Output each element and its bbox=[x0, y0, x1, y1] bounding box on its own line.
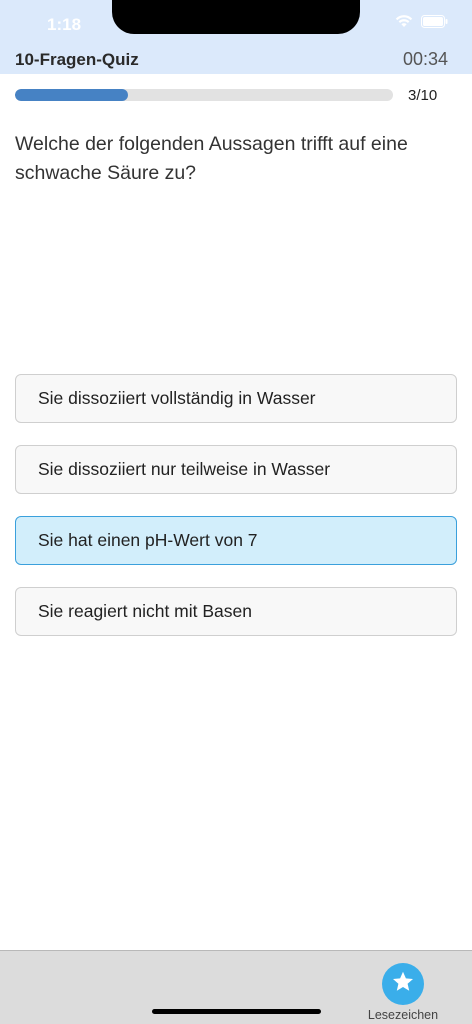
home-indicator bbox=[152, 1009, 321, 1014]
answer-label: Sie reagiert nicht mit Basen bbox=[38, 601, 252, 621]
status-time: 1:18 bbox=[47, 15, 82, 34]
bookmark-button[interactable]: Lesezeichen bbox=[362, 961, 444, 1023]
quiz-title: 10-Fragen-Quiz bbox=[15, 50, 139, 69]
answer-option-4[interactable]: Sie reagiert nicht mit Basen bbox=[15, 587, 457, 636]
status-bar: 1:18 bbox=[0, 0, 472, 46]
answer-label: Sie dissoziiert vollständig in Wasser bbox=[38, 388, 316, 408]
answer-option-1[interactable]: Sie dissoziiert vollständig in Wasser bbox=[15, 374, 457, 423]
question-text: Welche der folgenden Aussagen trifft auf… bbox=[15, 133, 408, 184]
device-notch bbox=[112, 0, 360, 34]
battery-icon bbox=[421, 14, 448, 33]
progress-fill bbox=[15, 89, 129, 101]
answer-label: Sie dissoziiert nur teilweise in Wasser bbox=[38, 459, 331, 479]
quiz-header: 10-Fragen-Quiz 00:34 bbox=[0, 46, 472, 74]
answer-list: Sie dissoziiert vollständig in Wasser Si… bbox=[15, 374, 457, 658]
quiz-timer: 00:34 bbox=[402, 49, 448, 69]
answer-label: Sie hat einen pH-Wert von 7 bbox=[38, 530, 258, 550]
star-icon bbox=[391, 970, 415, 999]
bookmark-circle bbox=[382, 963, 424, 1005]
status-icons bbox=[395, 14, 448, 33]
answer-option-2[interactable]: Sie dissoziiert nur teilweise in Wasser bbox=[15, 445, 457, 494]
progress-label: 3/10 bbox=[408, 87, 438, 104]
progress-bar bbox=[15, 89, 393, 101]
bookmark-label: Lesezeichen bbox=[367, 1008, 439, 1022]
answer-option-3[interactable]: Sie hat einen pH-Wert von 7 bbox=[15, 516, 457, 565]
wifi-icon bbox=[395, 14, 413, 33]
